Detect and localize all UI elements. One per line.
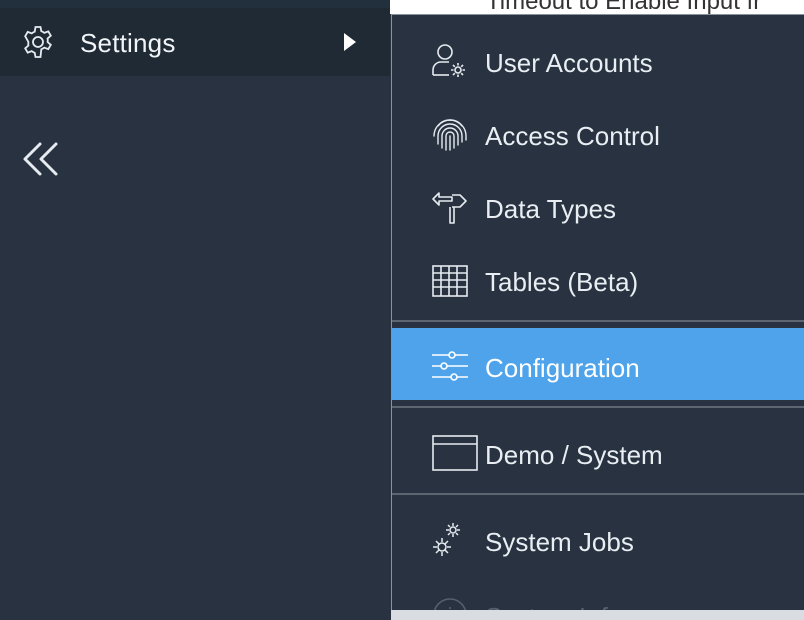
collapse-sidebar-button[interactable] [20,138,62,180]
settings-flyout-menu: User Accounts Access Control Data Types [391,14,804,611]
menu-item-demo-system[interactable]: Demo / System [392,415,804,487]
menu-item-label: User Accounts [485,48,653,78]
settings-label: Settings [80,28,176,58]
gears-icon [430,520,470,560]
fingerprint-icon [430,114,470,154]
menu-item-label: Data Types [485,194,617,224]
sliders-icon [430,346,470,386]
menu-item-label: Tables (Beta) [485,267,639,297]
flyout-bottom-edge [391,610,804,620]
menu-item-label: System Jobs [485,527,634,557]
menu-item-tables-beta[interactable]: Tables (Beta) [392,242,804,314]
user-gear-icon [430,41,470,81]
window-icon [432,433,478,473]
gear-icon [20,24,56,60]
menu-item-configuration[interactable]: Configuration [392,328,804,400]
menu-item-data-types[interactable]: Data Types [392,169,804,241]
signpost-icon [430,187,470,227]
menu-item-system-info[interactable]: System Info [392,577,804,611]
menu-item-label: Demo / System [485,440,663,470]
menu-item-user-accounts[interactable]: User Accounts [392,23,804,95]
table-grid-icon [430,260,470,300]
menu-divider [392,493,804,495]
background-partial-text: Timeout to Enable Input fr [486,0,762,14]
menu-divider [392,320,804,322]
menu-item-label: Configuration [485,353,640,383]
caret-right-icon [342,32,358,52]
menu-item-label: Access Control [485,121,660,151]
sidebar-item-settings[interactable]: Settings [0,8,390,76]
sidebar: Settings [0,0,390,620]
sidebar-top-strip [0,0,390,8]
menu-item-system-jobs[interactable]: System Jobs [392,502,804,574]
background-content: Timeout to Enable Input fr [390,0,804,14]
menu-divider [392,406,804,408]
menu-item-access-control[interactable]: Access Control [392,96,804,168]
info-icon [430,595,470,611]
double-chevron-left-icon [20,138,62,180]
